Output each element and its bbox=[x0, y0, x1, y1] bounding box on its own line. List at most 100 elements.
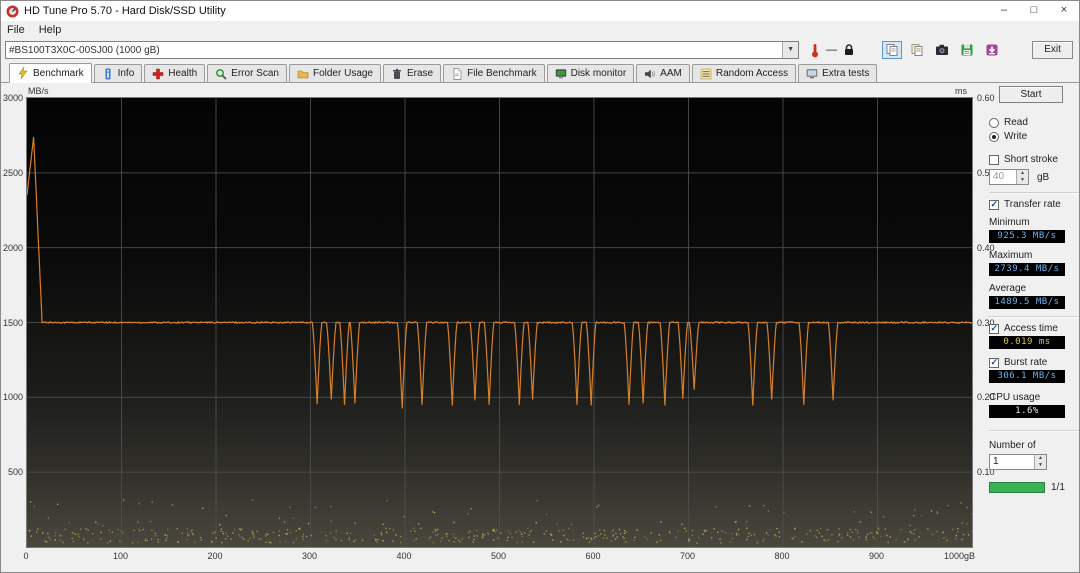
spinner-down-icon[interactable]: ▼ bbox=[1035, 462, 1046, 469]
spinner-arrows[interactable]: ▲▼ bbox=[1016, 170, 1028, 184]
x-axis-tick: 200 bbox=[200, 551, 230, 561]
copy-screenshot-icon[interactable] bbox=[882, 41, 902, 59]
average-value: 1489.5 MB/s bbox=[989, 296, 1065, 309]
tab-extra-tests[interactable]: Extra tests bbox=[798, 64, 877, 82]
tab-error-scan[interactable]: Error Scan bbox=[207, 64, 287, 82]
burst-rate-value: 306.1 MB/s bbox=[989, 370, 1065, 383]
write-radio-row[interactable]: Write bbox=[989, 131, 1079, 142]
tab-aam[interactable]: AAM bbox=[636, 64, 690, 82]
lightning-icon bbox=[17, 67, 29, 79]
drive-selector[interactable]: #BS100T3X0C-00SJ00 (1000 gB) ▼ bbox=[5, 41, 799, 59]
number-of-value: 1 bbox=[990, 455, 1034, 469]
burst-rate-row[interactable]: Burst rate bbox=[989, 357, 1079, 368]
number-of-row: 1 ▲▼ bbox=[989, 454, 1079, 470]
write-label: Write bbox=[1004, 131, 1027, 142]
tab-disk-monitor[interactable]: Disk monitor bbox=[547, 64, 635, 82]
tab-label: Erase bbox=[407, 68, 433, 79]
write-radio[interactable] bbox=[989, 132, 999, 142]
copy-text-icon[interactable] bbox=[907, 41, 927, 59]
read-label: Read bbox=[1004, 117, 1028, 128]
tab-label: Random Access bbox=[716, 68, 788, 79]
title-bar: HD Tune Pro 5.70 - Hard Disk/SSD Utility… bbox=[1, 1, 1079, 21]
benchmark-chart: 300025002000150010005000.600.500.400.300… bbox=[1, 83, 985, 572]
spinner-up-icon[interactable]: ▲ bbox=[1017, 170, 1028, 177]
short-stroke-size-value: 40 bbox=[990, 170, 1016, 184]
speaker-icon bbox=[644, 68, 656, 80]
number-of-spinner[interactable]: 1 ▲▼ bbox=[989, 454, 1047, 470]
left-axis-unit-label: MB/s bbox=[28, 86, 49, 96]
progress-text: 1/1 bbox=[1051, 482, 1065, 493]
tab-health[interactable]: Health bbox=[144, 64, 205, 82]
chevron-down-icon[interactable]: ▼ bbox=[782, 42, 798, 58]
access-time-label: Access time bbox=[1004, 323, 1058, 334]
benchmark-plot-svg bbox=[27, 98, 972, 547]
average-label: Average bbox=[989, 283, 1079, 294]
spinner-arrows[interactable]: ▲▼ bbox=[1034, 455, 1046, 469]
short-stroke-unit: gB bbox=[1037, 172, 1049, 183]
number-of-label: Number of bbox=[989, 440, 1079, 451]
temperature-value: — bbox=[826, 44, 837, 56]
short-stroke-checkbox[interactable] bbox=[989, 155, 999, 165]
x-axis-tick: 900 bbox=[862, 551, 892, 561]
x-axis-tick: 0 bbox=[11, 551, 41, 561]
folder-icon bbox=[297, 68, 309, 80]
cpu-usage-value: 1.6% bbox=[989, 405, 1065, 418]
drive-selector-value: #BS100T3X0C-00SJ00 (1000 gB) bbox=[9, 45, 160, 56]
burst-rate-checkbox[interactable] bbox=[989, 358, 999, 368]
read-radio[interactable] bbox=[989, 118, 999, 128]
y-axis-tick-left: 3000 bbox=[1, 93, 23, 103]
menu-bar: File Help bbox=[1, 21, 1079, 38]
lock-icon[interactable] bbox=[841, 43, 856, 58]
window-title: HD Tune Pro 5.70 - Hard Disk/SSD Utility bbox=[24, 5, 226, 17]
short-stroke-size-spinner[interactable]: 40 ▲▼ bbox=[989, 169, 1029, 185]
tab-label: Health bbox=[168, 68, 197, 79]
health-cross-icon bbox=[152, 68, 164, 80]
extra-tests-icon bbox=[806, 68, 818, 80]
transfer-rate-row[interactable]: Transfer rate bbox=[989, 199, 1079, 210]
toolbar: #BS100T3X0C-00SJ00 (1000 gB) ▼ — bbox=[1, 38, 1079, 62]
right-axis-unit-label: ms bbox=[955, 86, 967, 96]
maximize-button[interactable]: □ bbox=[1019, 1, 1049, 21]
list-icon bbox=[700, 68, 712, 80]
spinner-up-icon[interactable]: ▲ bbox=[1035, 455, 1046, 462]
camera-icon[interactable] bbox=[932, 41, 952, 59]
temperature-display: — bbox=[807, 43, 856, 58]
thermometer-icon bbox=[807, 43, 822, 58]
access-time-value: 0.019 ms bbox=[989, 336, 1065, 349]
app-icon bbox=[6, 5, 19, 18]
short-stroke-size-row: 40 ▲▼ gB bbox=[989, 169, 1079, 185]
access-time-checkbox[interactable] bbox=[989, 324, 999, 334]
close-button[interactable]: × bbox=[1049, 1, 1079, 21]
tab-folder-usage[interactable]: Folder Usage bbox=[289, 64, 381, 82]
menu-help[interactable]: Help bbox=[39, 24, 62, 36]
menu-file[interactable]: File bbox=[7, 24, 25, 36]
save-icon[interactable] bbox=[957, 41, 977, 59]
info-icon bbox=[102, 68, 114, 80]
tab-random-access[interactable]: Random Access bbox=[692, 64, 796, 82]
tab-info[interactable]: Info bbox=[94, 64, 143, 82]
spinner-down-icon[interactable]: ▼ bbox=[1017, 177, 1028, 184]
start-button[interactable]: Start bbox=[999, 86, 1063, 103]
exit-button[interactable]: Exit bbox=[1032, 41, 1073, 59]
minimize-button[interactable]: – bbox=[989, 1, 1019, 21]
y-axis-tick-left: 500 bbox=[1, 467, 23, 477]
tab-file-benchmark[interactable]: File Benchmark bbox=[443, 64, 544, 82]
download-icon[interactable] bbox=[982, 41, 1002, 59]
app-window: HD Tune Pro 5.70 - Hard Disk/SSD Utility… bbox=[0, 0, 1080, 573]
toolbar-icon-group bbox=[882, 41, 1002, 59]
tab-label: AAM bbox=[660, 68, 682, 79]
burst-rate-label: Burst rate bbox=[1004, 357, 1047, 368]
tab-benchmark[interactable]: Benchmark bbox=[9, 63, 92, 83]
tab-label: Info bbox=[118, 68, 135, 79]
cpu-usage-label: CPU usage bbox=[989, 392, 1079, 403]
tab-erase[interactable]: Erase bbox=[383, 64, 441, 82]
tab-label: File Benchmark bbox=[467, 68, 536, 79]
x-axis-tick: 100 bbox=[106, 551, 136, 561]
access-time-row[interactable]: Access time bbox=[989, 323, 1079, 334]
short-stroke-row[interactable]: Short stroke bbox=[989, 154, 1079, 165]
magnifier-icon bbox=[215, 68, 227, 80]
trash-icon bbox=[391, 68, 403, 80]
main-content: 300025002000150010005000.600.500.400.300… bbox=[1, 83, 1079, 572]
transfer-rate-checkbox[interactable] bbox=[989, 200, 999, 210]
read-radio-row[interactable]: Read bbox=[989, 117, 1079, 128]
